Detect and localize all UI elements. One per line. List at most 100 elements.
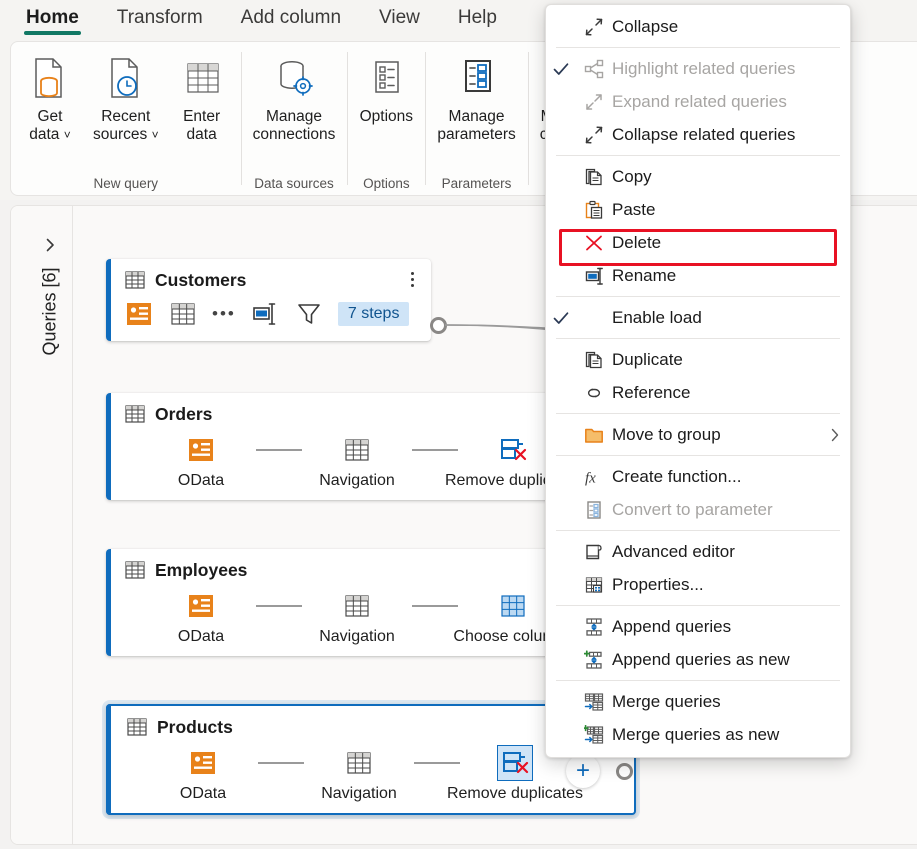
query-card-title: Orders bbox=[155, 404, 212, 425]
menu-item-merge-queries[interactable]: Merge queries bbox=[546, 685, 850, 718]
menu-item-create-function[interactable]: fxCreate function... bbox=[546, 460, 850, 493]
menu-item-advanced-editor[interactable]: Advanced editor bbox=[546, 535, 850, 568]
ribbon-button-manage-connections[interactable]: Manageconnections bbox=[247, 50, 342, 148]
queries-pane-label[interactable]: Queries [6] bbox=[40, 237, 61, 387]
query-card-title: Customers bbox=[155, 270, 246, 291]
menu-separator bbox=[556, 455, 840, 456]
step-connector bbox=[256, 433, 302, 467]
menu-item-duplicate[interactable]: Duplicate bbox=[546, 343, 850, 376]
collapse-related-icon bbox=[576, 125, 612, 145]
recent-sources-icon bbox=[103, 54, 149, 102]
get-data-icon bbox=[27, 54, 73, 102]
query-step-odata[interactable]: OData bbox=[148, 746, 258, 803]
options-icon bbox=[363, 54, 409, 102]
folder-icon bbox=[576, 425, 612, 445]
query-step-label: OData bbox=[180, 785, 226, 803]
menu-item-paste[interactable]: Paste bbox=[546, 193, 850, 226]
delete-icon bbox=[576, 233, 612, 253]
menu-item-label: Copy bbox=[612, 167, 820, 187]
more-steps-ellipsis[interactable]: ••• bbox=[212, 304, 236, 324]
ribbon-tab-add-column[interactable]: Add column bbox=[225, 3, 357, 37]
ribbon-group-data-sources: ManageconnectionsData sources bbox=[241, 42, 348, 195]
merge-queries-icon bbox=[576, 692, 612, 712]
remove-duplicates-icon bbox=[496, 433, 530, 467]
menu-separator bbox=[556, 155, 840, 156]
table-navigation-icon[interactable] bbox=[168, 299, 198, 329]
query-step-navigation[interactable]: Navigation bbox=[304, 746, 414, 803]
menu-item-collapse-related-queries[interactable]: Collapse related queries bbox=[546, 118, 850, 151]
query-step-label: OData bbox=[178, 472, 224, 490]
step-connector bbox=[258, 746, 304, 780]
query-step-navigation[interactable]: Navigation bbox=[302, 589, 412, 646]
ribbon-button-options[interactable]: Options bbox=[353, 50, 419, 130]
steps-count-badge[interactable]: 7 steps bbox=[338, 302, 410, 326]
menu-item-label: Delete bbox=[612, 233, 820, 253]
menu-separator bbox=[556, 47, 840, 48]
menu-separator bbox=[556, 413, 840, 414]
menu-item-reference[interactable]: Reference bbox=[546, 376, 850, 409]
check-icon bbox=[546, 60, 576, 78]
filter-icon[interactable] bbox=[294, 299, 324, 329]
manage-parameters-icon bbox=[454, 54, 500, 102]
duplicate-icon bbox=[576, 350, 612, 370]
ribbon-button-label: Enterdata bbox=[183, 108, 220, 144]
menu-item-copy[interactable]: Copy bbox=[546, 160, 850, 193]
table-navigation-icon bbox=[340, 433, 374, 467]
table-icon bbox=[126, 716, 148, 738]
menu-item-enable-load[interactable]: Enable load bbox=[546, 301, 850, 334]
menu-separator bbox=[556, 530, 840, 531]
query-step-odata[interactable]: OData bbox=[146, 433, 256, 490]
add-step-button[interactable]: + bbox=[566, 754, 600, 788]
copy-icon bbox=[576, 167, 612, 187]
merge-queries-new-icon bbox=[576, 725, 612, 745]
menu-item-rename[interactable]: Rename bbox=[546, 259, 850, 292]
ribbon-button-enter-data[interactable]: Enterdata bbox=[169, 50, 235, 148]
table-icon bbox=[124, 269, 146, 291]
ribbon-button-label: Manageconnections bbox=[253, 108, 336, 144]
ribbon-button-label: Getdata ˅ bbox=[29, 108, 71, 144]
ribbon-button-manage-parameters[interactable]: Manageparameters bbox=[431, 50, 521, 148]
ribbon-tab-view[interactable]: View bbox=[363, 3, 436, 37]
menu-item-delete[interactable]: Delete bbox=[546, 226, 850, 259]
menu-item-convert-to-parameter: Convert to parameter bbox=[546, 493, 850, 526]
menu-item-append-queries[interactable]: Append queries bbox=[546, 610, 850, 643]
menu-separator bbox=[556, 605, 840, 606]
ribbon-button-label: Manageparameters bbox=[437, 108, 515, 144]
menu-separator bbox=[556, 680, 840, 681]
menu-item-append-queries-as-new[interactable]: Append queries as new bbox=[546, 643, 850, 676]
ribbon-tab-transform[interactable]: Transform bbox=[101, 3, 219, 37]
manage-connections-icon bbox=[271, 54, 317, 102]
table-icon bbox=[124, 403, 146, 425]
query-step-odata[interactable]: OData bbox=[146, 589, 256, 646]
query-output-connector[interactable] bbox=[616, 763, 633, 780]
menu-item-collapse[interactable]: Collapse bbox=[546, 10, 850, 43]
menu-item-label: Paste bbox=[612, 200, 820, 220]
query-context-menu: CollapseHighlight related queriesExpand … bbox=[545, 4, 851, 758]
menu-item-move-to-group[interactable]: Move to group bbox=[546, 418, 850, 451]
ribbon-tab-home[interactable]: Home bbox=[10, 3, 95, 37]
menu-item-label: Collapse related queries bbox=[612, 125, 820, 145]
menu-item-merge-queries-as-new[interactable]: Merge queries as new bbox=[546, 718, 850, 751]
query-step-navigation[interactable]: Navigation bbox=[302, 433, 412, 490]
ribbon-group-label: New query bbox=[94, 174, 159, 191]
queries-pane-collapsed-rail: Queries [6] bbox=[11, 206, 73, 844]
append-queries-new-icon bbox=[576, 650, 612, 670]
svg-text:fx: fx bbox=[585, 470, 596, 486]
query-card-collapsed-steps: ••• 7 steps bbox=[106, 293, 431, 341]
expand-related-icon bbox=[576, 92, 612, 112]
more-vertical-icon[interactable] bbox=[403, 269, 421, 289]
ribbon-button-get-data[interactable]: Getdata ˅ bbox=[17, 50, 83, 148]
menu-item-label: Move to group bbox=[612, 425, 820, 445]
rename-column-icon[interactable] bbox=[250, 299, 280, 329]
context-menu-item-list: CollapseHighlight related queriesExpand … bbox=[546, 10, 850, 751]
menu-item-label: Properties... bbox=[612, 575, 820, 595]
odata-source-icon[interactable] bbox=[124, 299, 154, 329]
query-step-label: Remove duplicates bbox=[447, 785, 583, 803]
menu-item-properties[interactable]: Properties... bbox=[546, 568, 850, 601]
menu-item-expand-related-queries: Expand related queries bbox=[546, 85, 850, 118]
ribbon-button-recent-sources[interactable]: Recentsources ˅ bbox=[87, 50, 165, 148]
menu-item-label: Merge queries as new bbox=[612, 725, 820, 745]
ribbon-tab-help[interactable]: Help bbox=[442, 3, 513, 37]
odata-source-icon bbox=[184, 433, 218, 467]
query-card-customers[interactable]: Customers ••• 7 steps bbox=[106, 259, 431, 341]
